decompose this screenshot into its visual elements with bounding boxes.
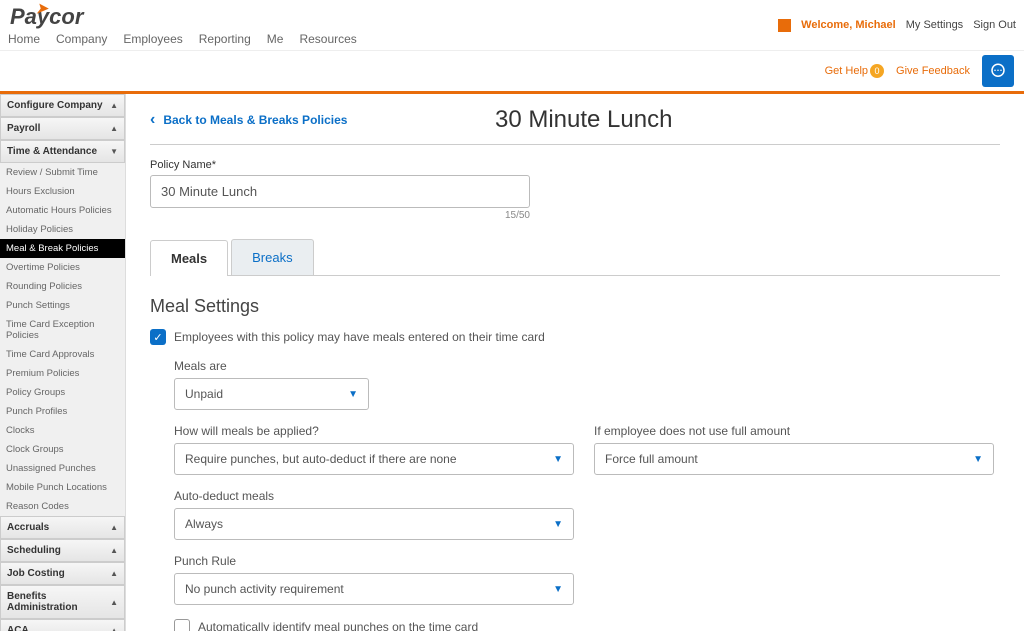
checkbox-label-1: Employees with this policy may have meal… <box>174 330 545 344</box>
applied-label: How will meals be applied? <box>174 424 574 438</box>
caret-down-icon: ▼ <box>973 454 983 465</box>
checkbox-label-2: Automatically identify meal punches on t… <box>198 620 478 631</box>
nav-employees[interactable]: Employees <box>123 32 182 46</box>
arrow-icon: ▲ <box>110 626 118 631</box>
sidebar-item[interactable]: Meal & Break Policies <box>0 239 125 258</box>
meals-are-label: Meals are <box>174 359 1000 373</box>
two-col-row: How will meals be applied? Require punch… <box>174 424 1000 489</box>
sidebar-item[interactable]: Time Card Exception Policies <box>0 315 125 345</box>
give-feedback-link[interactable]: Give Feedback <box>896 65 970 77</box>
arrow-icon: ▲ <box>110 523 118 532</box>
sidebar-item[interactable]: Clocks <box>0 421 125 440</box>
header-right: Welcome, Michael My Settings Sign Out <box>778 19 1016 32</box>
chevron-left-icon: ‹ <box>150 111 155 129</box>
top-nav: Home Company Employees Reporting Me Reso… <box>8 32 357 46</box>
caret-down-icon: ▼ <box>553 584 563 595</box>
meals-are-select[interactable]: Unpaid ▼ <box>174 378 369 410</box>
auto-deduct-value: Always <box>185 517 223 531</box>
sidebar-item[interactable]: Hours Exclusion <box>0 182 125 201</box>
sidebar-item[interactable]: Unassigned Punches <box>0 459 125 478</box>
nav-company[interactable]: Company <box>56 32 107 46</box>
sidebar-section[interactable]: Time & Attendance▼ <box>0 140 125 163</box>
back-link[interactable]: ‹ Back to Meals & Breaks Policies <box>150 111 347 129</box>
welcome-icon <box>778 19 791 32</box>
back-link-text: Back to Meals & Breaks Policies <box>163 113 347 127</box>
logo: ➤Paycor <box>8 4 357 30</box>
nav-resources[interactable]: Resources <box>299 32 356 46</box>
full-amount-value: Force full amount <box>605 452 698 466</box>
sidebar-item[interactable]: Rounding Policies <box>0 277 125 296</box>
sidebar-item[interactable]: Punch Profiles <box>0 402 125 421</box>
policy-name-input[interactable] <box>150 175 530 208</box>
sidebar-item[interactable]: Premium Policies <box>0 364 125 383</box>
nav-home[interactable]: Home <box>8 32 40 46</box>
logo-swoosh-icon: ➤ <box>36 0 48 17</box>
header: ➤Paycor Home Company Employees Reporting… <box>0 0 1024 51</box>
char-count: 15/50 <box>150 210 530 221</box>
checkbox-enable-meals[interactable]: ✓ <box>150 329 166 345</box>
welcome-text: Welcome, Michael <box>801 19 896 31</box>
applied-value: Require punches, but auto-deduct if ther… <box>185 452 457 466</box>
nav-reporting[interactable]: Reporting <box>199 32 251 46</box>
help-badge: 0 <box>870 64 884 78</box>
sidebar-section[interactable]: Scheduling▲ <box>0 539 125 562</box>
arrow-icon: ▲ <box>110 569 118 578</box>
sidebar-section[interactable]: Accruals▲ <box>0 516 125 539</box>
get-help-link[interactable]: Get Help0 <box>825 64 884 78</box>
sidebar-section[interactable]: Benefits Administration▲ <box>0 585 125 619</box>
checkbox-row-1: ✓ Employees with this policy may have me… <box>150 329 1000 345</box>
sidebar-section[interactable]: ACA▲ <box>0 619 125 631</box>
tabs: Meals Breaks <box>150 239 1000 276</box>
checkbox-auto-identify[interactable] <box>174 619 190 631</box>
punch-rule-value: No punch activity requirement <box>185 582 344 596</box>
sidebar-item[interactable]: Policy Groups <box>0 383 125 402</box>
subheader: Get Help0 Give Feedback <box>0 51 1024 94</box>
sidebar-item[interactable]: Reason Codes <box>0 497 125 516</box>
chat-icon[interactable] <box>982 55 1014 87</box>
sidebar-item[interactable]: Mobile Punch Locations <box>0 478 125 497</box>
sidebar-item[interactable]: Overtime Policies <box>0 258 125 277</box>
checkbox-row-2: Automatically identify meal punches on t… <box>174 619 1000 631</box>
form-indent: Meals are Unpaid ▼ How will meals be app… <box>174 359 1000 631</box>
sidebar-item[interactable]: Automatic Hours Policies <box>0 201 125 220</box>
divider <box>150 144 1000 145</box>
caret-down-icon: ▼ <box>553 519 563 530</box>
full-amount-label: If employee does not use full amount <box>594 424 994 438</box>
logo-area: ➤Paycor Home Company Employees Reporting… <box>8 4 357 46</box>
caret-down-icon: ▼ <box>348 389 358 400</box>
caret-down-icon: ▼ <box>553 454 563 465</box>
sidebar-section[interactable]: Job Costing▲ <box>0 562 125 585</box>
sign-out-link[interactable]: Sign Out <box>973 19 1016 31</box>
main-content: ‹ Back to Meals & Breaks Policies 30 Min… <box>126 94 1024 631</box>
page-title-row: ‹ Back to Meals & Breaks Policies 30 Min… <box>150 106 1000 134</box>
sidebar-item[interactable]: Time Card Approvals <box>0 345 125 364</box>
sidebar-item[interactable]: Clock Groups <box>0 440 125 459</box>
applied-select[interactable]: Require punches, but auto-deduct if ther… <box>174 443 574 475</box>
auto-deduct-label: Auto-deduct meals <box>174 489 1000 503</box>
punch-rule-label: Punch Rule <box>174 554 1000 568</box>
arrow-icon: ▲ <box>110 101 118 110</box>
full-amount-select[interactable]: Force full amount ▼ <box>594 443 994 475</box>
my-settings-link[interactable]: My Settings <box>906 19 963 31</box>
policy-name-label: Policy Name* <box>150 159 1000 171</box>
arrow-icon: ▲ <box>110 546 118 555</box>
sidebar-item[interactable]: Holiday Policies <box>0 220 125 239</box>
page-title: 30 Minute Lunch <box>347 106 820 134</box>
sidebar-item[interactable]: Punch Settings <box>0 296 125 315</box>
arrow-icon: ▲ <box>110 598 118 607</box>
sidebar-section[interactable]: Payroll▲ <box>0 117 125 140</box>
sidebar-section[interactable]: Configure Company▲ <box>0 94 125 117</box>
arrow-icon: ▼ <box>110 147 118 156</box>
tab-meals[interactable]: Meals <box>150 240 228 276</box>
sidebar-item[interactable]: Review / Submit Time <box>0 163 125 182</box>
meals-are-value: Unpaid <box>185 387 223 401</box>
punch-rule-select[interactable]: No punch activity requirement ▼ <box>174 573 574 605</box>
arrow-icon: ▲ <box>110 124 118 133</box>
auto-deduct-select[interactable]: Always ▼ <box>174 508 574 540</box>
sidebar: Configure Company▲Payroll▲Time & Attenda… <box>0 94 126 631</box>
layout: Configure Company▲Payroll▲Time & Attenda… <box>0 94 1024 631</box>
nav-me[interactable]: Me <box>267 32 284 46</box>
meal-settings-title: Meal Settings <box>150 296 1000 317</box>
tab-breaks[interactable]: Breaks <box>231 239 313 275</box>
